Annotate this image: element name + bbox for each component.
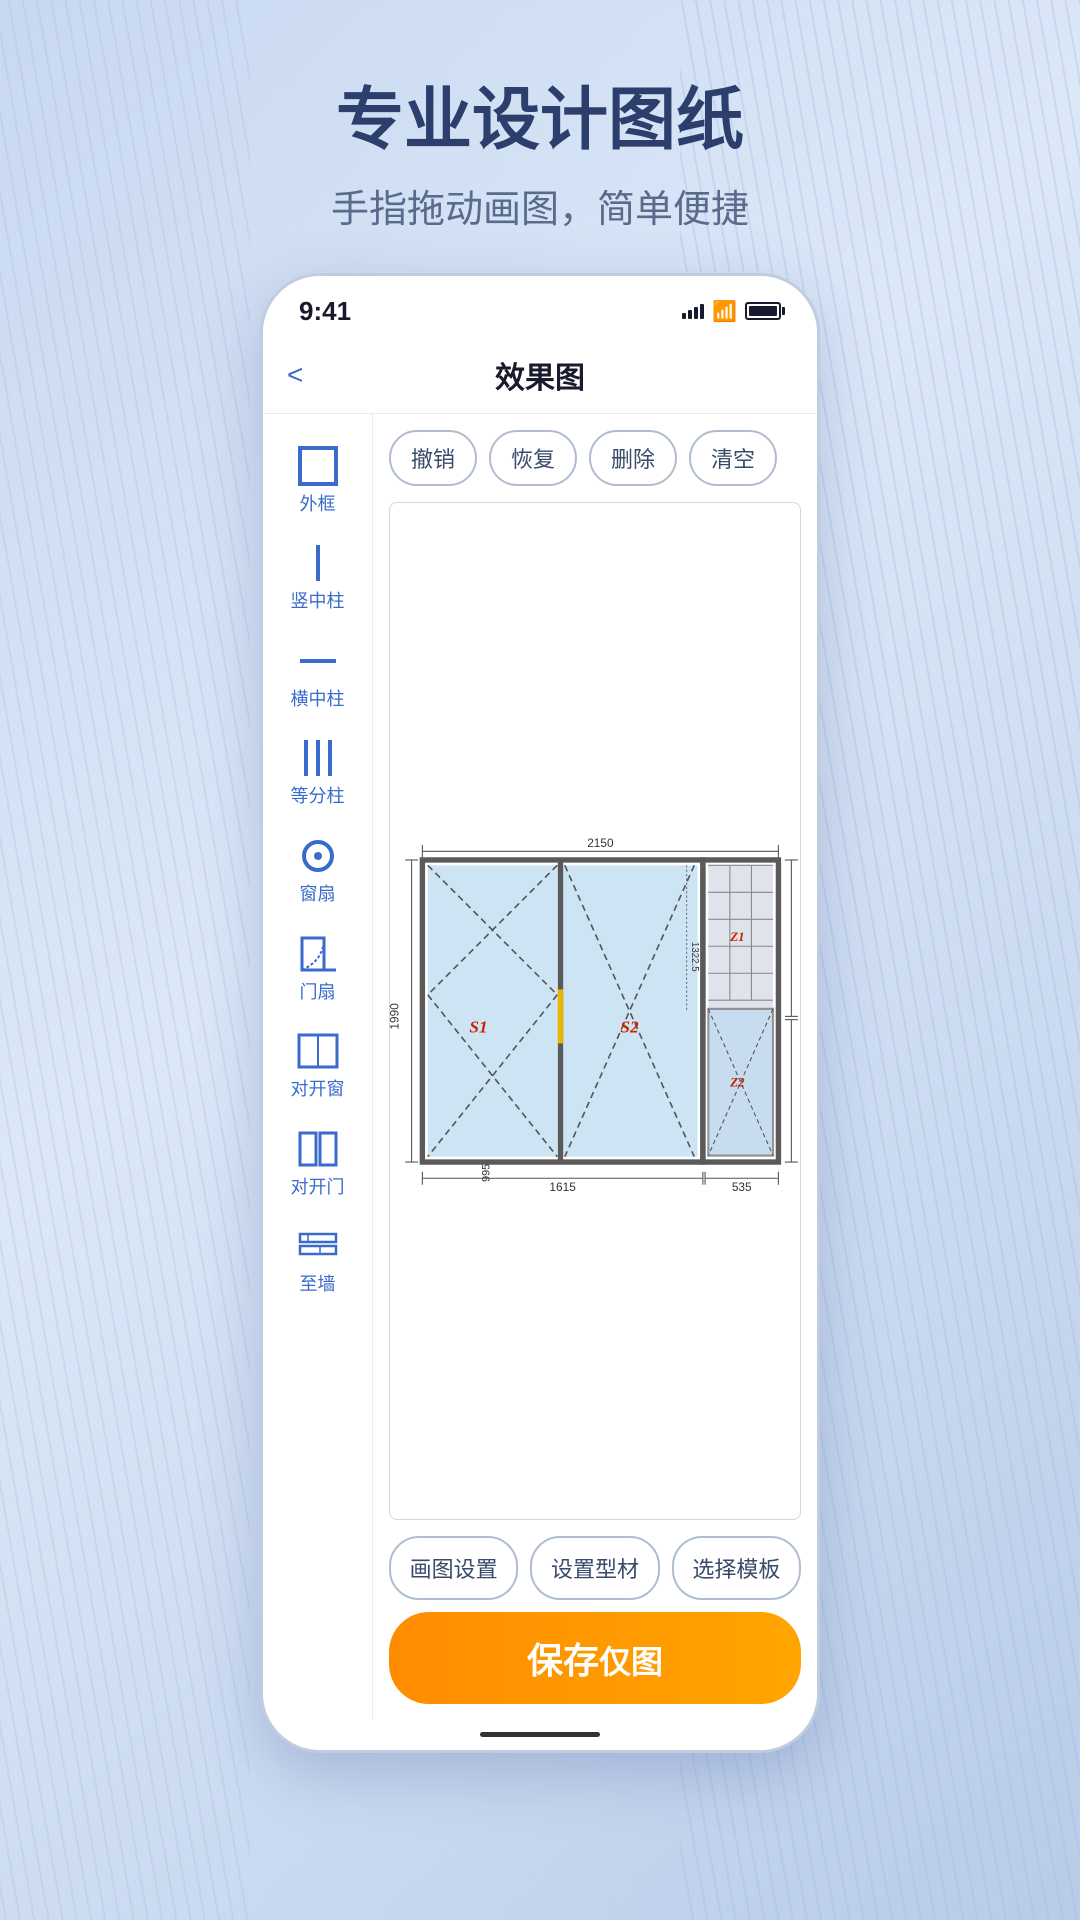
svg-text:1615: 1615 [549,1180,576,1194]
tool-horizontal-bar-label: 横中柱 [291,689,345,711]
tool-outer-frame[interactable]: 外框 [263,434,372,524]
double-window-icon [294,1027,342,1075]
svg-text:1335: 1335 [799,928,800,955]
vertical-bar-icon [294,539,342,587]
wall-icon [294,1222,342,1270]
tool-vertical-bar[interactable]: 竖中柱 [263,531,372,621]
tool-vertical-bar-label: 竖中柱 [291,591,345,613]
phone-mockup: 9:41 📶 < 效果图 [260,273,820,1753]
action-buttons: 撤销 恢复 删除 清空 [389,430,801,486]
svg-text:1322.5: 1322.5 [689,942,700,972]
wifi-icon: 📶 [712,299,737,324]
header-section: 专业设计图纸 手指拖动画图，简单便捷 [331,80,749,233]
tool-window-fan[interactable]: 窗扇 [263,824,372,914]
tool-double-door-label: 对开门 [291,1177,345,1199]
undo-button[interactable]: 撤销 [389,430,477,486]
left-toolbar: 外框 竖中柱 横中柱 [263,414,373,1720]
window-drawing-svg: 2150 [390,503,800,1519]
nav-bar: < 效果图 [263,337,817,414]
main-area: 撤销 恢复 删除 清空 2150 [373,414,817,1720]
svg-text:Z1: Z1 [729,928,744,943]
nav-title: 效果图 [495,353,585,397]
tool-double-door[interactable]: 对开门 [263,1117,372,1207]
tool-wall-label: 至墙 [300,1274,336,1296]
main-subtitle: 手指拖动画图，简单便捷 [331,178,749,233]
app-content: 外框 竖中柱 横中柱 [263,414,817,1720]
tool-equal-bars[interactable]: 等分柱 [263,726,372,816]
save-sub-text: 仅图 [599,1644,663,1680]
drawing-canvas[interactable]: 2150 [389,502,801,1520]
svg-text:1990: 1990 [390,1002,402,1029]
square-outer-icon [294,442,342,490]
svg-text:655: 655 [799,1085,800,1105]
tool-double-window-label: 对开窗 [291,1079,345,1101]
main-title: 专业设计图纸 [331,80,749,162]
horizontal-bar-icon [294,637,342,685]
double-door-icon [294,1125,342,1173]
tool-outer-frame-label: 外框 [300,494,336,516]
svg-text:995: 995 [480,1163,492,1181]
svg-text:S2: S2 [620,1017,639,1036]
equal-bars-icon [294,734,342,782]
tool-door-fan[interactable]: 门扇 [263,922,372,1012]
tool-double-window[interactable]: 对开窗 [263,1019,372,1109]
status-time: 9:41 [299,296,351,327]
svg-text:Z2: Z2 [729,1074,745,1089]
home-indicator [263,1720,817,1750]
signal-icon [682,304,704,319]
svg-text:S1: S1 [469,1017,487,1036]
tool-horizontal-bar[interactable]: 横中柱 [263,629,372,719]
svg-text:2150: 2150 [587,836,614,850]
delete-button[interactable]: 删除 [589,430,677,486]
tool-equal-bars-label: 等分柱 [291,786,345,808]
bottom-buttons: 画图设置 设置型材 选择模板 [389,1536,801,1600]
back-button[interactable]: < [287,359,303,391]
save-main-text: 保存 [527,1640,599,1681]
battery-icon [745,302,781,320]
door-fan-icon [294,930,342,978]
svg-text:535: 535 [732,1180,752,1194]
tool-door-fan-label: 门扇 [300,982,336,1004]
circle-window-icon [294,832,342,880]
drawing-settings-button[interactable]: 画图设置 [389,1536,518,1600]
redo-button[interactable]: 恢复 [489,430,577,486]
status-bar: 9:41 📶 [263,276,817,337]
clear-button[interactable]: 清空 [689,430,777,486]
save-button[interactable]: 保存仅图 [389,1612,801,1704]
tool-window-fan-label: 窗扇 [300,884,336,906]
status-icons: 📶 [682,299,781,324]
tool-wall[interactable]: 至墙 [263,1214,372,1304]
home-bar [480,1732,600,1737]
material-settings-button[interactable]: 设置型材 [530,1536,659,1600]
template-select-button[interactable]: 选择模板 [672,1536,801,1600]
